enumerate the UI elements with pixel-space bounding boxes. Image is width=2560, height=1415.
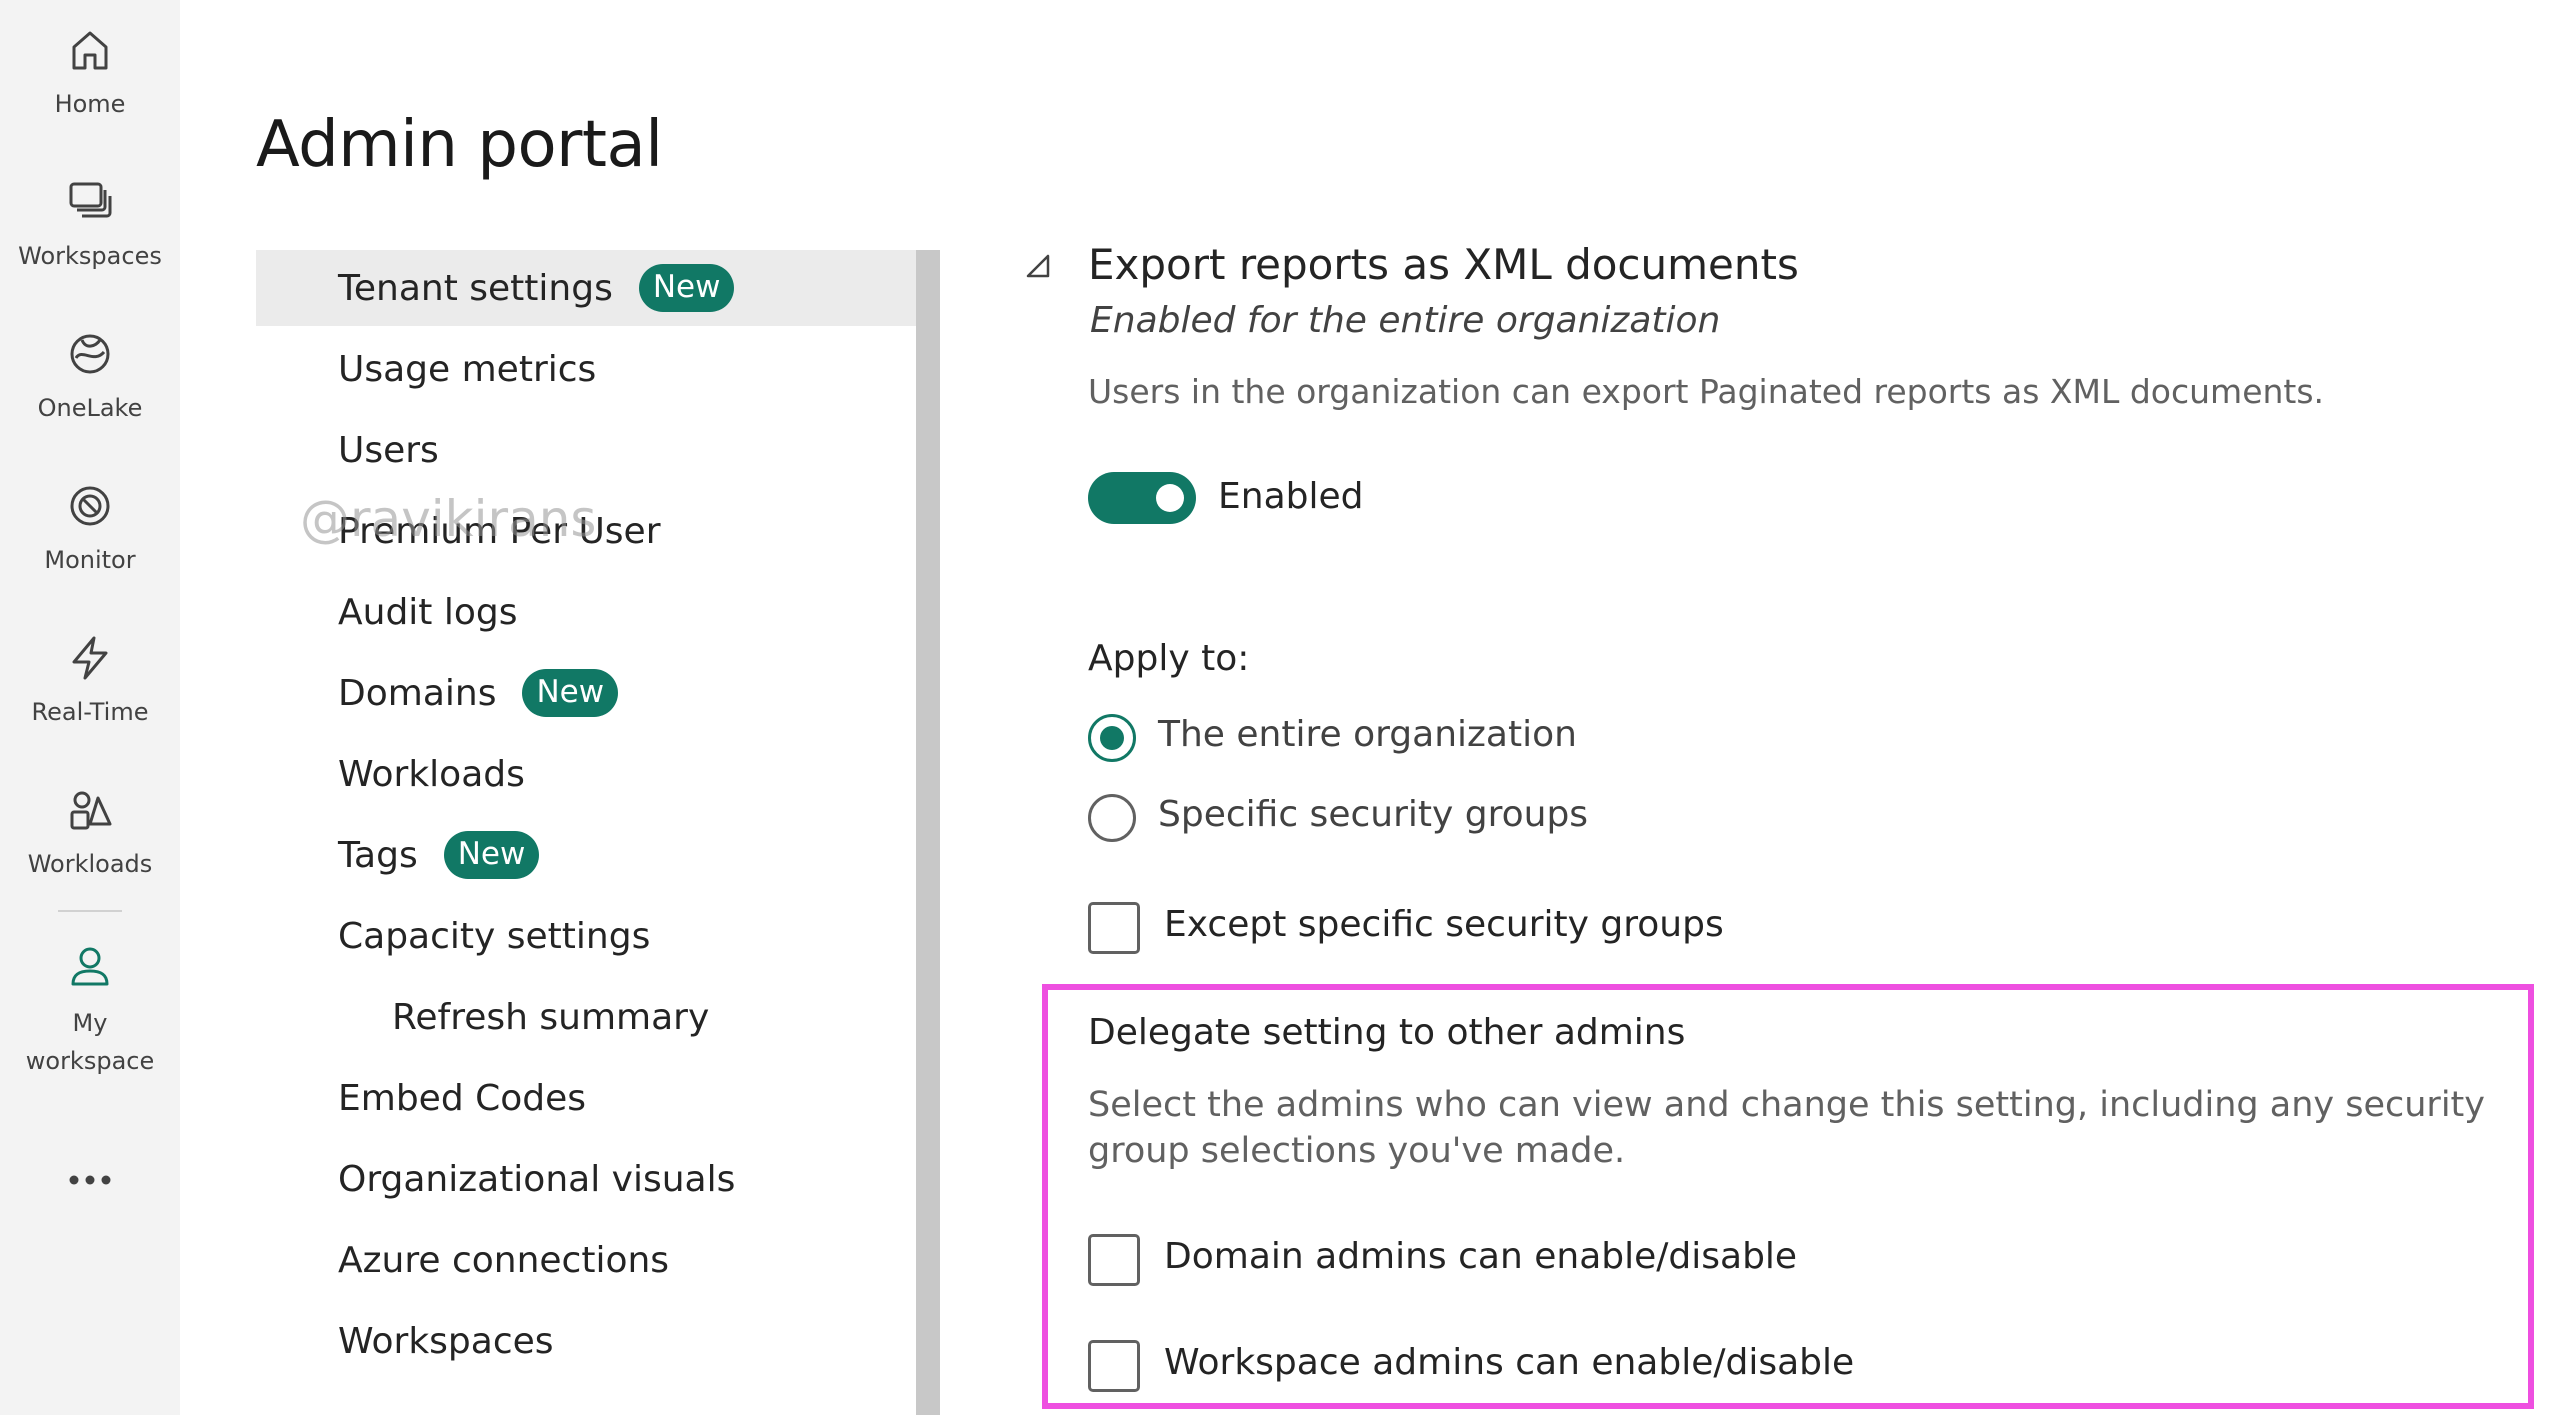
except-groups-checkbox[interactable] <box>1088 902 1140 954</box>
nav-label: Domains <box>338 672 497 714</box>
rail-label-home: Home <box>54 90 126 118</box>
nav-label: Workspaces <box>338 1320 554 1362</box>
nav-label: Azure connections <box>338 1239 670 1281</box>
nav-item-premium-per-user[interactable]: Premium Per User <box>256 493 916 569</box>
toggle-label: Enabled <box>1218 476 1364 517</box>
radio-entire-organization[interactable] <box>1088 714 1136 762</box>
new-badge: New <box>443 831 540 879</box>
nav-label: Organizational visuals <box>338 1158 736 1200</box>
rail-label-onelake: OneLake <box>37 394 143 422</box>
nav-label: Users <box>338 429 439 471</box>
onelake-icon <box>70 334 110 374</box>
nav-label: Tags <box>338 834 418 876</box>
setting-status: Enabled for the entire organization <box>1090 300 1721 341</box>
rail-label-workspaces: Workspaces <box>18 242 162 270</box>
rail-label-real-time: Real-Time <box>31 698 149 726</box>
radio-specific-security-groups[interactable] <box>1088 794 1136 842</box>
rail-item-workspaces[interactable]: Workspaces <box>0 172 180 274</box>
setting-description: Users in the organization can export Pag… <box>1088 372 2325 411</box>
nav-item-azure-connections[interactable]: Azure connections <box>256 1222 916 1298</box>
rail-item-onelake[interactable]: OneLake <box>0 324 180 426</box>
nav-label: Embed Codes <box>338 1077 587 1119</box>
nav-label: Audit logs <box>338 591 518 633</box>
nav-item-workspaces[interactable]: Workspaces <box>256 1303 916 1379</box>
workspace-admins-checkbox[interactable] <box>1088 1340 1140 1392</box>
radio-label-specific-security-groups[interactable]: Specific security groups <box>1158 794 1588 835</box>
nav-scrollbar[interactable] <box>916 250 940 1415</box>
workspace-admins-label[interactable]: Workspace admins can enable/disable <box>1164 1342 1854 1383</box>
nav-item-embed-codes[interactable]: Embed Codes <box>256 1060 916 1136</box>
radio-dot <box>1100 726 1124 750</box>
rail-item-real-time[interactable]: Real-Time <box>0 628 180 730</box>
nav-item-workloads[interactable]: Workloads <box>256 736 916 812</box>
nav-label: Refresh summary <box>392 996 710 1038</box>
except-groups-label[interactable]: Except specific security groups <box>1164 904 1724 945</box>
domain-admins-label[interactable]: Domain admins can enable/disable <box>1164 1236 1797 1277</box>
nav-label: Premium Per User <box>338 510 661 552</box>
nav-item-usage-metrics[interactable]: Usage metrics <box>256 331 916 407</box>
workspaces-icon <box>69 182 112 218</box>
setting-title: Export reports as XML documents <box>1088 240 1799 289</box>
nav-item-tags[interactable]: Tags New <box>256 817 916 893</box>
new-badge: New <box>522 669 619 717</box>
monitor-icon <box>70 486 110 526</box>
apply-to-label: Apply to: <box>1088 638 1250 679</box>
new-badge: New <box>638 264 735 312</box>
collapse-triangle-icon[interactable] <box>1024 252 1054 282</box>
nav-item-audit-logs[interactable]: Audit logs <box>256 574 916 650</box>
nav-item-users[interactable]: Users <box>256 412 916 488</box>
nav-item-tenant-settings[interactable]: Tenant settings New <box>256 250 916 326</box>
nav-label: Usage metrics <box>338 348 597 390</box>
rail-label-workloads: Workloads <box>27 850 153 878</box>
real-time-icon <box>72 636 108 680</box>
nav-label: Tenant settings <box>338 267 613 309</box>
home-icon <box>72 31 108 70</box>
delegate-description: Select the admins who can view and chang… <box>1088 1085 2485 1171</box>
rail-item-workloads[interactable]: Workloads <box>0 780 180 882</box>
radio-label-entire-organization[interactable]: The entire organization <box>1158 714 1577 755</box>
domain-admins-checkbox[interactable] <box>1088 1234 1140 1286</box>
rail-item-my-workspace[interactable]: My workspace <box>0 938 180 1080</box>
rail-item-monitor[interactable]: Monitor <box>0 476 180 578</box>
enabled-toggle[interactable] <box>1088 472 1196 524</box>
nav-label: Workloads <box>338 753 525 795</box>
rail-label-my-workspace: My workspace <box>25 1009 155 1075</box>
nav-item-capacity-settings[interactable]: Capacity settings <box>256 898 916 974</box>
workloads-icon <box>70 791 112 830</box>
rail-divider <box>58 910 122 912</box>
toggle-knob <box>1156 484 1184 512</box>
more-icon[interactable] <box>60 1160 120 1200</box>
nav-item-refresh-summary[interactable]: Refresh summary <box>256 979 916 1055</box>
nav-item-domains[interactable]: Domains New <box>256 655 916 731</box>
nav-label: Capacity settings <box>338 915 651 957</box>
nav-item-organizational-visuals[interactable]: Organizational visuals <box>256 1141 916 1217</box>
page-title: Admin portal <box>256 108 663 182</box>
rail-label-monitor: Monitor <box>44 546 136 574</box>
rail-item-home[interactable]: Home <box>0 20 180 122</box>
delegate-title: Delegate setting to other admins <box>1088 1012 1686 1053</box>
app-rail: Home Workspaces OneLake Monitor Real-Tim… <box>0 0 180 1415</box>
my-workspace-icon <box>71 947 109 986</box>
